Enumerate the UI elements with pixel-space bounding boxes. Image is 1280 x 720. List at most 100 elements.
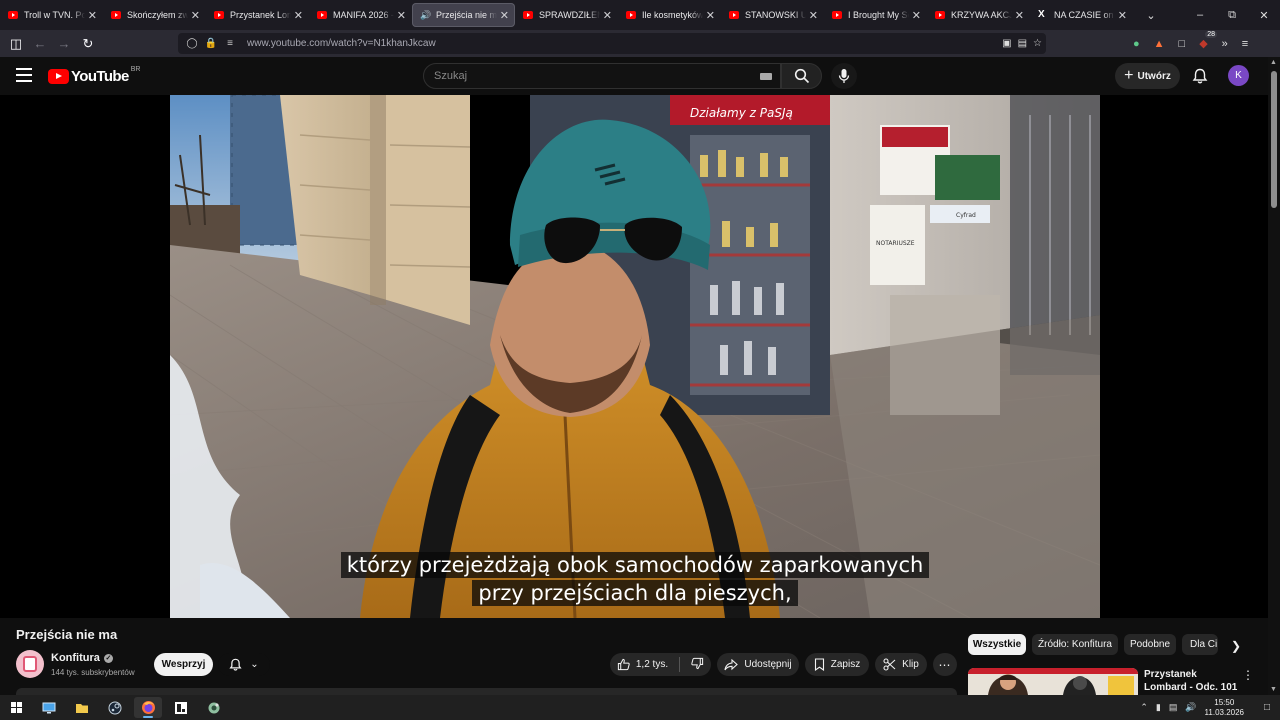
browser-tab[interactable]: X NA CZASIE on X: '✕ xyxy=(1030,3,1133,27)
app-menu-icon[interactable]: ≡ xyxy=(1242,38,1248,50)
guide-menu-icon[interactable] xyxy=(16,68,32,82)
reload-icon[interactable]: ↻ xyxy=(76,32,100,56)
tab-list-chevron-icon[interactable]: ⌄ xyxy=(1139,9,1163,22)
create-button[interactable]: + Utwórz xyxy=(1115,63,1180,89)
sidebar-toggle-icon[interactable]: ◫ xyxy=(4,32,28,56)
like-button[interactable]: 1,2 tys. xyxy=(617,658,668,671)
browser-tab[interactable]: Troll w TVN. Poczw✕ xyxy=(0,3,103,27)
search-button[interactable] xyxy=(781,63,822,89)
tab-close-icon[interactable]: ✕ xyxy=(294,9,303,22)
scroll-down-icon[interactable]: ▼ xyxy=(1270,686,1277,693)
scroll-up-icon[interactable]: ▲ xyxy=(1270,59,1277,66)
bookmark-icon xyxy=(814,658,824,671)
url-text[interactable]: www.youtube.com/watch?v=N1khanJkcaw xyxy=(247,38,436,49)
chip-related[interactable]: Podobne xyxy=(1124,634,1176,655)
more-actions-button[interactable]: ⋯ xyxy=(933,653,957,676)
puzzle-extensions-icon[interactable]: □ xyxy=(1179,38,1186,50)
scrollbar-thumb[interactable] xyxy=(1271,71,1277,208)
taskbar-app-icon[interactable] xyxy=(200,697,228,718)
account-avatar[interactable]: K xyxy=(1228,65,1249,86)
shield-icon[interactable]: ◯ xyxy=(184,38,200,49)
subscriber-count: 144 tys. subskrybentów xyxy=(51,668,135,677)
restore-icon[interactable]: ⧉ xyxy=(1216,0,1248,30)
subscription-bell-button[interactable]: ⌄ xyxy=(218,653,270,676)
reader-view-icon[interactable]: ▤ xyxy=(1018,38,1027,49)
browser-tab[interactable]: Skończyłem związ✕ xyxy=(103,3,206,27)
channel-name-row[interactable]: Konfitura ✓ xyxy=(51,652,113,664)
tab-close-icon[interactable]: ✕ xyxy=(191,9,200,22)
channel-name[interactable]: Konfitura xyxy=(51,652,100,664)
tab-close-icon[interactable]: ✕ xyxy=(809,9,818,22)
tab-close-icon[interactable]: ✕ xyxy=(88,9,97,22)
clip-button[interactable]: Klip xyxy=(875,653,927,676)
browser-tab[interactable]: Przystanek Lomba✕ xyxy=(206,3,309,27)
taskbar-firefox-icon[interactable] xyxy=(134,697,162,718)
permissions-icon[interactable]: ≡ xyxy=(222,38,238,49)
video-frame[interactable]: Działamy z PaSJą NOTARIUSZE Cyfrad którz… xyxy=(170,95,1100,618)
tab-close-icon[interactable]: ✕ xyxy=(1118,9,1127,22)
browser-tab[interactable]: I Brought My Secr✕ xyxy=(824,3,927,27)
chip-source[interactable]: Źródło: Konfitura xyxy=(1032,634,1118,655)
close-window-icon[interactable]: ✕ xyxy=(1248,0,1280,30)
minimize-icon[interactable]: – xyxy=(1184,0,1216,30)
more-vertical-icon[interactable]: ⋮ xyxy=(1242,668,1254,682)
tab-close-icon[interactable]: ✕ xyxy=(603,9,612,22)
youtube-icon xyxy=(935,11,945,19)
shield-extension-icon[interactable]: ● xyxy=(1133,38,1140,50)
save-button[interactable]: Zapisz xyxy=(805,653,869,676)
tab-close-icon[interactable]: ✕ xyxy=(500,9,509,22)
browser-tab[interactable]: STANOWSKI UJAW✕ xyxy=(721,3,824,27)
search-input[interactable]: Szukaj xyxy=(423,63,781,89)
recommended-thumbnail[interactable] xyxy=(968,668,1138,695)
chip-for-you[interactable]: Dla Ci xyxy=(1182,634,1218,655)
tray-overflow-icon[interactable]: ⌃ xyxy=(1140,702,1148,713)
dislike-button[interactable] xyxy=(691,657,704,673)
tab-title: MANIFA 2026 - Ko xyxy=(333,10,394,20)
browser-tab[interactable]: 🔊 Przejścia nie m ✕ xyxy=(412,3,515,27)
browser-tab[interactable]: SPRAWDZIŁEM CZ✕ xyxy=(515,3,618,27)
tab-close-icon[interactable]: ✕ xyxy=(706,9,715,22)
clock-date: 11.03.2026 xyxy=(1204,707,1244,717)
microphone-tray-icon[interactable]: ▮ xyxy=(1156,702,1161,713)
start-button[interactable] xyxy=(2,697,30,718)
browser-tab[interactable]: MANIFA 2026 - Ko✕ xyxy=(309,3,412,27)
back-icon[interactable]: ← xyxy=(28,32,52,56)
youtube-logo[interactable]: YouTube BR xyxy=(48,66,140,85)
browser-tab[interactable]: KRZYWA AKCJA #✕ xyxy=(927,3,1030,27)
like-count: 1,2 tys. xyxy=(635,659,669,670)
share-button[interactable]: Udostępnij xyxy=(717,653,799,676)
page-scrollbar[interactable]: ▲ ▼ xyxy=(1268,57,1280,695)
chevron-right-icon[interactable]: ❯ xyxy=(1228,638,1244,654)
support-button[interactable]: Wesprzyj xyxy=(154,653,213,676)
video-player[interactable]: Działamy z PaSJą NOTARIUSZE Cyfrad którz… xyxy=(0,95,1268,618)
network-icon[interactable]: ▤ xyxy=(1169,702,1178,713)
notifications-tray-icon[interactable]: □ xyxy=(1256,702,1278,713)
taskbar-explorer-icon[interactable] xyxy=(68,697,96,718)
fox-extension-icon[interactable]: ▲ xyxy=(1154,38,1165,50)
x-icon: X xyxy=(1038,9,1045,20)
tab-close-icon[interactable]: ✕ xyxy=(912,9,921,22)
logo-wordmark: YouTube xyxy=(71,68,129,85)
bookmark-star-icon[interactable]: ☆ xyxy=(1033,38,1042,49)
browser-tab[interactable]: Ile kosmetyków w✕ xyxy=(618,3,721,27)
notifications-button[interactable] xyxy=(1190,66,1210,86)
tab-close-icon[interactable]: ✕ xyxy=(1015,9,1024,22)
speaker-icon[interactable]: 🔊 xyxy=(420,11,431,20)
channel-avatar[interactable] xyxy=(16,650,44,678)
system-clock[interactable]: 15:50 11.03.2026 xyxy=(1205,698,1244,718)
voice-search-button[interactable] xyxy=(831,63,857,89)
overflow-chevron-icon[interactable]: » xyxy=(1222,38,1228,50)
browser-tab-strip: Troll w TVN. Poczw✕Skończyłem związ✕Przy… xyxy=(0,0,1280,30)
taskbar-steam-icon[interactable] xyxy=(101,697,129,718)
chip-all[interactable]: Wszystkie xyxy=(968,634,1026,655)
lock-icon[interactable]: 🔒 xyxy=(203,38,219,49)
address-bar[interactable]: ◯ 🔒 ≡ www.youtube.com/watch?v=N1khanJkca… xyxy=(178,33,1046,54)
keyboard-icon[interactable] xyxy=(760,73,772,80)
volume-icon[interactable]: 🔊 xyxy=(1185,702,1196,713)
taskbar-computer-icon[interactable] xyxy=(35,697,63,718)
ublock-extension-icon[interactable]: ◆ 28 xyxy=(1199,31,1217,50)
forward-icon[interactable]: → xyxy=(52,32,76,56)
tab-close-icon[interactable]: ✕ xyxy=(397,9,406,22)
picture-in-picture-icon[interactable]: ▣ xyxy=(1002,38,1011,49)
taskbar-notion-icon[interactable] xyxy=(167,697,195,718)
